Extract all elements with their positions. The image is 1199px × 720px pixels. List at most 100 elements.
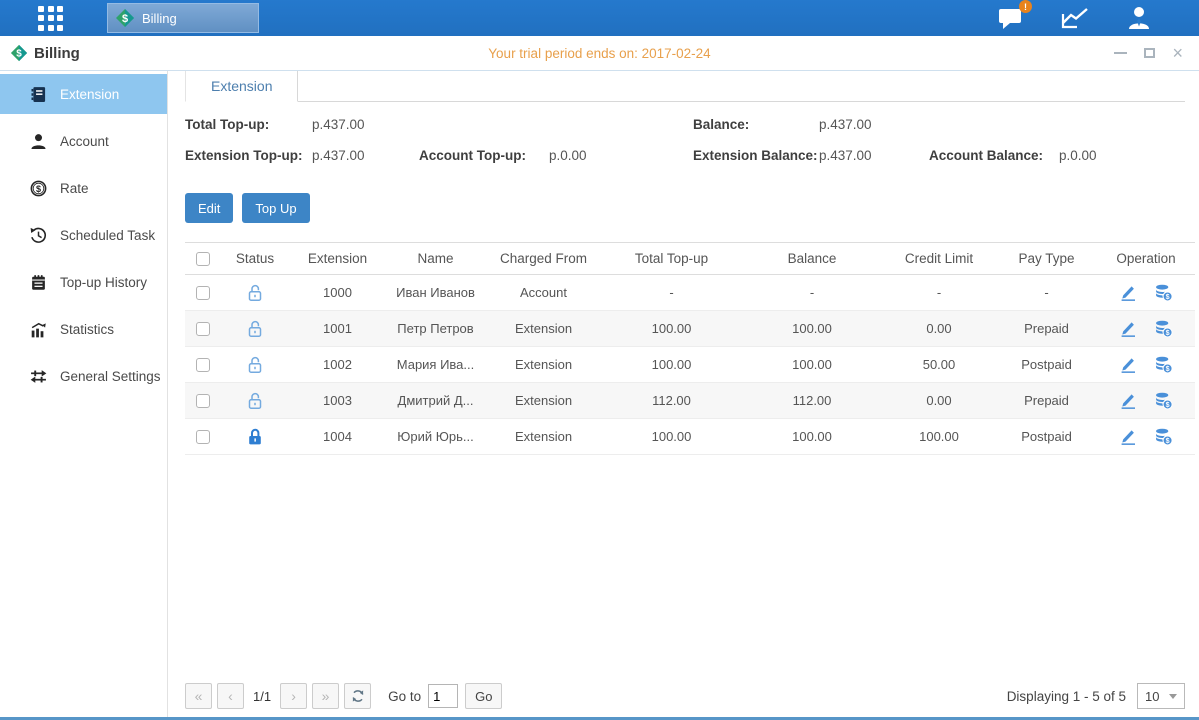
row-checkbox[interactable] (196, 322, 210, 336)
cell-credit-limit: 0.00 (882, 311, 996, 347)
topup-coins-icon[interactable]: $ (1154, 391, 1173, 410)
cell-credit-limit: 50.00 (882, 347, 996, 383)
prev-page-button[interactable]: ‹ (217, 683, 244, 709)
svg-text:$: $ (1166, 401, 1170, 409)
account-balance-label: Account Balance: (929, 148, 1043, 163)
billing-summary: Total Top-up: p.437.00 Balance: p.437.00… (185, 115, 1185, 179)
first-page-button[interactable]: « (185, 683, 212, 709)
topup-coins-icon[interactable]: $ (1154, 319, 1173, 338)
cell-name: Юрий Юрь... (385, 419, 486, 455)
svg-text:$: $ (36, 184, 41, 194)
lock-open-icon (245, 391, 265, 411)
row-checkbox[interactable] (196, 358, 210, 372)
table-body: 1000Иван ИвановAccount----$1001Петр Петр… (185, 275, 1195, 455)
topbar-tab-billing[interactable]: $ Billing (107, 3, 259, 33)
sidebar-item-general-settings[interactable]: General Settings (0, 356, 167, 396)
cell-credit-limit: 100.00 (882, 419, 996, 455)
sidebar-item-label: Extension (60, 87, 119, 102)
notification-badge: ! (1019, 0, 1032, 13)
user-account-icon[interactable] (1125, 5, 1153, 31)
sidebar-item-extension[interactable]: Extension (0, 74, 167, 114)
edit-icon[interactable] (1119, 319, 1138, 338)
row-checkbox[interactable] (196, 430, 210, 444)
column-header-charged-from: Charged From (486, 243, 601, 275)
table-row: 1004Юрий Юрь...Extension100.00100.00100.… (185, 419, 1195, 455)
column-header-name: Name (385, 243, 486, 275)
row-checkbox[interactable] (196, 394, 210, 408)
page-info: 1/1 (253, 689, 271, 704)
sidebar-item-label: Statistics (60, 322, 114, 337)
svg-text:$: $ (122, 13, 128, 25)
topbar-actions: ! (997, 5, 1153, 31)
topup-coins-icon[interactable]: $ (1154, 283, 1173, 302)
pagination: « ‹ 1/1 › » Go to Go (185, 683, 502, 709)
cell-name: Дмитрий Д... (385, 383, 486, 419)
column-header-pay-type: Pay Type (996, 243, 1097, 275)
cell-extension: 1001 (290, 311, 385, 347)
go-button[interactable]: Go (465, 683, 502, 709)
tab-extension[interactable]: Extension (185, 71, 298, 102)
dollar-circle-icon: $ (30, 180, 47, 197)
cell-total-topup: 100.00 (601, 419, 742, 455)
maximize-icon[interactable] (1144, 48, 1155, 58)
cell-extension: 1004 (290, 419, 385, 455)
last-page-button[interactable]: » (312, 683, 339, 709)
extension-topup-label: Extension Top-up: (185, 148, 303, 163)
minimize-icon[interactable] (1114, 52, 1127, 54)
tab-strip: Extension (185, 71, 1185, 102)
cell-credit-limit: 0.00 (882, 383, 996, 419)
topup-coins-icon[interactable]: $ (1154, 355, 1173, 374)
edit-icon[interactable] (1119, 427, 1138, 446)
column-header-total-top-up: Total Top-up (601, 243, 742, 275)
goto-page-input[interactable] (428, 684, 458, 708)
sidebar: Extension Account $Rate Scheduled Task Top-u… (0, 71, 168, 717)
cell-balance: 100.00 (742, 419, 882, 455)
top-up-button[interactable]: Top Up (242, 193, 309, 223)
cell-pay-type: - (996, 275, 1097, 311)
cell-extension: 1003 (290, 383, 385, 419)
account-topup-value: p.0.00 (549, 148, 587, 163)
edit-icon[interactable] (1119, 283, 1138, 302)
cell-charged-from: Extension (486, 383, 601, 419)
sidebar-item-account[interactable]: Account (0, 121, 167, 161)
sidebar-item-top-up-history[interactable]: Top-up History (0, 262, 167, 302)
row-checkbox[interactable] (196, 286, 210, 300)
topbar-tab-label: Billing (142, 11, 177, 26)
cell-pay-type: Prepaid (996, 311, 1097, 347)
extension-balance-label: Extension Balance: (693, 148, 818, 163)
transfer-arrows-icon (30, 368, 47, 385)
table-footer: « ‹ 1/1 › » Go to Go Di (185, 683, 1185, 709)
sidebar-item-label: Scheduled Task (60, 228, 155, 243)
cell-balance: - (742, 275, 882, 311)
edit-icon[interactable] (1119, 391, 1138, 410)
svg-text:$: $ (1166, 293, 1170, 301)
table-row: 1002Мария Ива...Extension100.00100.0050.… (185, 347, 1195, 383)
cell-charged-from: Extension (486, 347, 601, 383)
cell-balance: 100.00 (742, 347, 882, 383)
apps-grid-icon[interactable] (38, 6, 63, 31)
table-header-row: StatusExtensionNameCharged FromTotal Top… (185, 243, 1195, 275)
cell-pay-type: Postpaid (996, 419, 1097, 455)
sidebar-item-rate[interactable]: $Rate (0, 168, 167, 208)
cell-pay-type: Prepaid (996, 383, 1097, 419)
column-header-operation: Operation (1097, 243, 1195, 275)
action-buttons: Edit Top Up (185, 193, 1185, 223)
page-size-select[interactable]: 10 (1137, 683, 1185, 709)
svg-text:$: $ (1166, 365, 1170, 373)
topup-coins-icon[interactable]: $ (1154, 427, 1173, 446)
table-row: 1001Петр ПетровExtension100.00100.000.00… (185, 311, 1195, 347)
cell-extension: 1002 (290, 347, 385, 383)
next-page-button[interactable]: › (280, 683, 307, 709)
messages-icon[interactable]: ! (997, 5, 1025, 31)
cell-name: Иван Иванов (385, 275, 486, 311)
edit-icon[interactable] (1119, 355, 1138, 374)
extensions-table: StatusExtensionNameCharged FromTotal Top… (185, 242, 1195, 455)
close-icon[interactable]: × (1172, 47, 1183, 60)
sidebar-item-scheduled-task[interactable]: Scheduled Task (0, 215, 167, 255)
monitor-chart-icon[interactable] (1061, 5, 1089, 31)
edit-button[interactable]: Edit (185, 193, 233, 223)
sidebar-item-statistics[interactable]: Statistics (0, 309, 167, 349)
display-info-group: Displaying 1 - 5 of 5 10 (1007, 683, 1185, 709)
select-all-checkbox[interactable] (196, 252, 210, 266)
refresh-button[interactable] (344, 683, 371, 709)
